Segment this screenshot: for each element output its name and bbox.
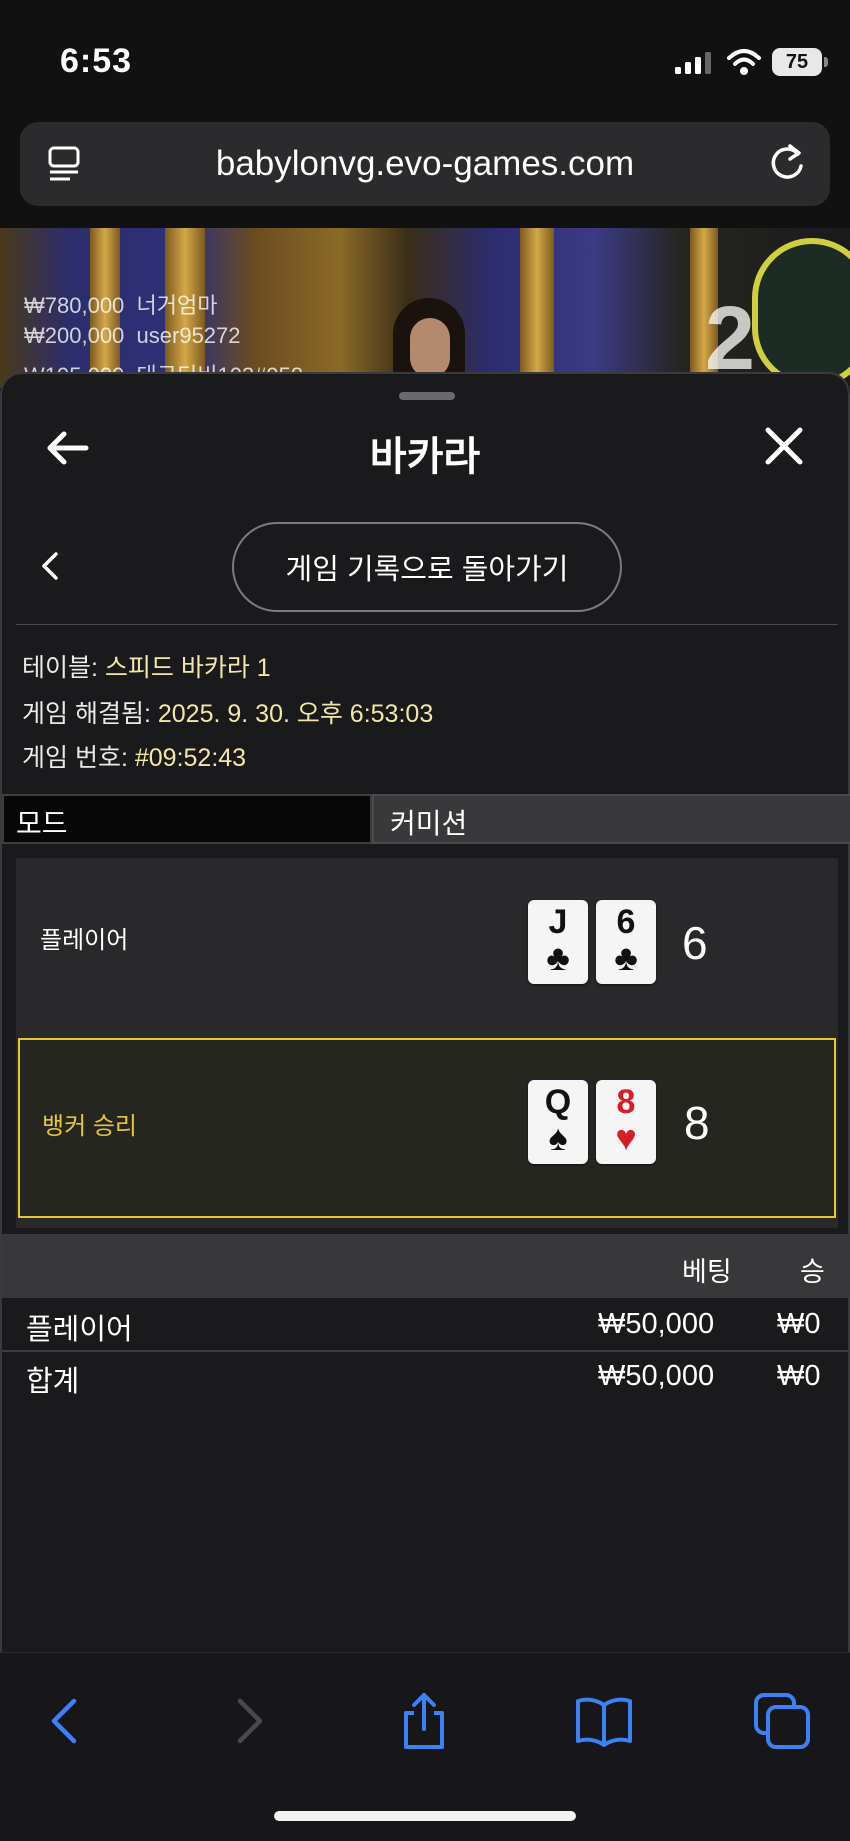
banker-card-1: Q ♠ [528, 1080, 588, 1164]
mode-label: 모드 [2, 794, 372, 844]
player-result-row: 플레이어 J ♣ 6 ♣ 6 [16, 858, 838, 1036]
drag-handle[interactable] [399, 392, 455, 400]
url-text[interactable]: babylonvg.evo-games.com [20, 144, 830, 184]
cellular-signal-icon [675, 52, 711, 74]
table-row: 플레이어 ₩50,000 ₩0 [26, 1308, 821, 1346]
address-bar[interactable]: babylonvg.evo-games.com [20, 122, 830, 206]
player-label: 플레이어 [40, 927, 129, 954]
bets-table-header: 베팅 승 [2, 1234, 850, 1298]
game-history-panel: 바카라 게임 기록으로 돌아가기 테이블: 스피드 바카라 1 게임 해결됨: … [0, 372, 850, 1652]
home-indicator[interactable] [274, 1811, 576, 1821]
status-bar: 6:53 75 [0, 0, 850, 120]
chevron-left-icon[interactable] [36, 546, 66, 586]
close-icon[interactable] [762, 424, 806, 468]
dealer-face [410, 318, 450, 378]
round-result: 플레이어 J ♣ 6 ♣ 6 뱅커 승리 Q ♠ 8 ♥ 8 [16, 858, 838, 1228]
round-disc [752, 238, 850, 388]
video-bet-line: ₩200,000 user95272 [24, 323, 241, 348]
forward-icon[interactable] [218, 1691, 278, 1751]
banker-card-2: 8 ♥ [596, 1080, 656, 1164]
status-time: 6:53 [60, 42, 133, 80]
resolved-info: 게임 해결됨: 2025. 9. 30. 오후 6:53:03 [22, 700, 434, 728]
video-pillar [520, 228, 554, 388]
banker-result-row: 뱅커 승리 Q ♠ 8 ♥ 8 [18, 1038, 836, 1218]
tabs-icon[interactable] [752, 1691, 812, 1751]
column-bet: 베팅 [682, 1257, 732, 1287]
mode-row: 모드 커미션 [2, 794, 850, 844]
player-score: 6 [682, 917, 708, 969]
wifi-icon [727, 49, 761, 75]
panel-title: 바카라 [369, 435, 481, 479]
back-to-history-button[interactable]: 게임 기록으로 돌아가기 [232, 522, 622, 612]
share-icon[interactable] [394, 1691, 454, 1751]
player-card-1: J ♣ [528, 900, 588, 984]
banker-score: 8 [684, 1097, 710, 1149]
reload-icon[interactable] [766, 142, 808, 184]
browser-toolbar [0, 1652, 850, 1841]
player-card-2: 6 ♣ [596, 900, 656, 984]
live-video-stream: ₩780,000 너거엄마 ₩200,000 user95272 ₩195,00… [0, 228, 850, 388]
bookmarks-icon[interactable] [574, 1691, 634, 1751]
table-row-total: 합계 ₩50,000 ₩0 [26, 1360, 821, 1398]
video-bet-line: ₩780,000 너거엄마 [24, 293, 218, 318]
back-icon[interactable] [36, 1691, 96, 1751]
column-win: 승 [800, 1257, 825, 1287]
table-info: 테이블: 스피드 바카라 1 [22, 654, 271, 682]
banker-win-label: 뱅커 승리 [42, 1113, 137, 1140]
divider [16, 624, 838, 625]
battery-level: 75 [772, 48, 828, 76]
mode-value: 커미션 [372, 794, 850, 844]
game-number-info: 게임 번호: #09:52:43 [22, 744, 247, 772]
